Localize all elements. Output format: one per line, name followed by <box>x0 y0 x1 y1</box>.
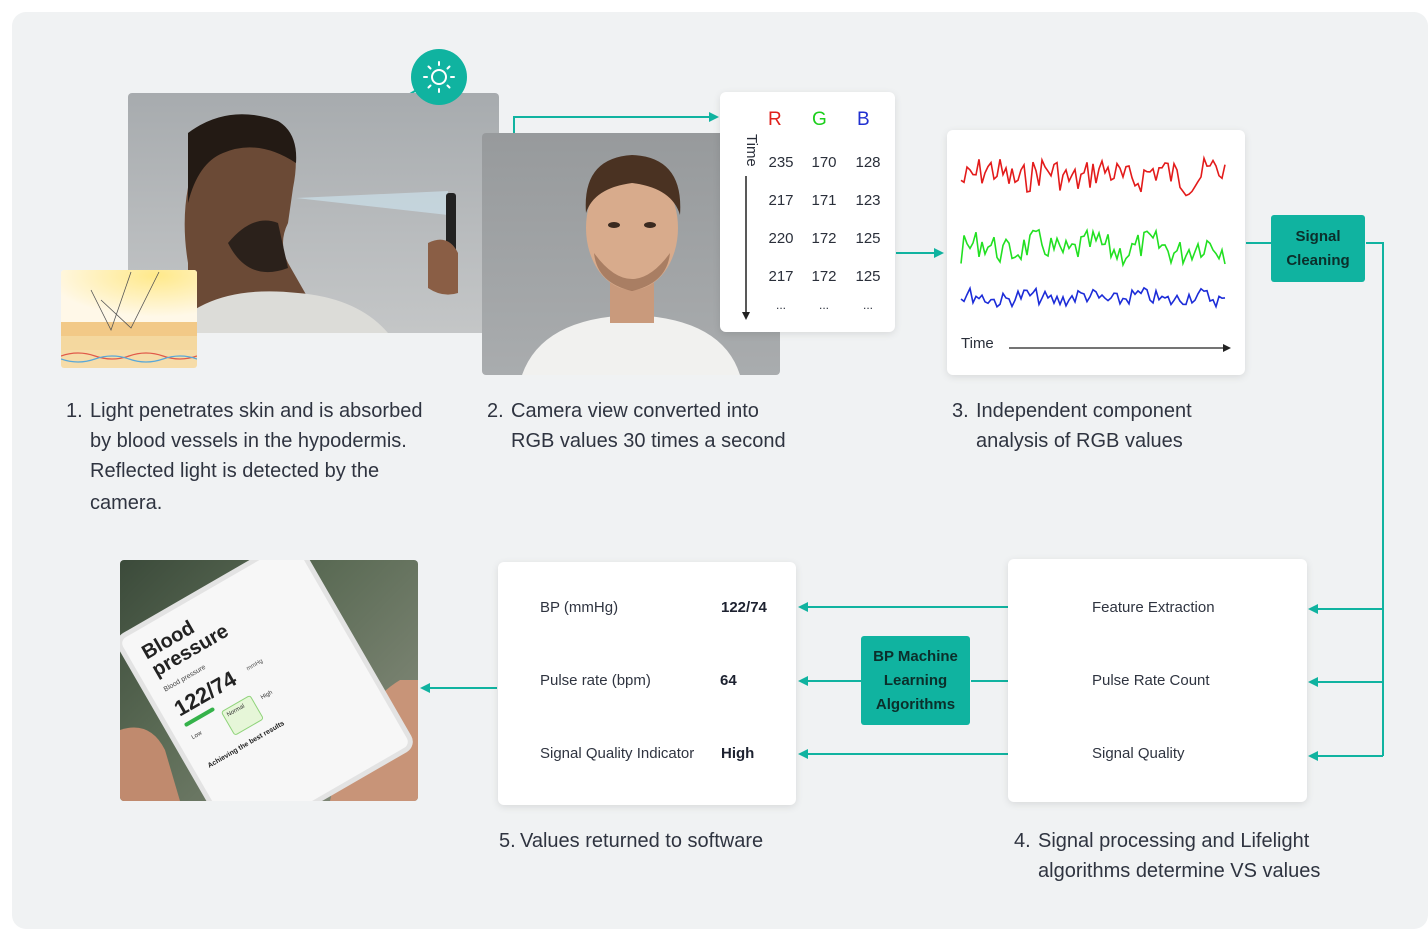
rgb-cell: ... <box>818 298 829 312</box>
signal-cleaning-line1: Signal <box>1295 227 1341 245</box>
result-value-pulse: 64 <box>720 672 737 689</box>
rgb-cell: 128 <box>855 154 881 171</box>
tablet-level-high: High <box>260 689 274 702</box>
rgb-cell: ... <box>775 298 786 312</box>
rgb-cell: 220 <box>768 230 794 247</box>
waveform-time-label: Time <box>961 335 994 352</box>
tablet-photo: Blood pressure Blood pressure 122/74 mmH… <box>120 560 418 801</box>
feature-extraction-label: Feature Extraction <box>1092 599 1215 616</box>
rgb-cell: 172 <box>811 268 837 285</box>
rgb-header-r: R <box>768 109 782 130</box>
result-label-quality: Signal Quality Indicator <box>540 745 695 762</box>
ml-box-line1: BP Machine <box>873 647 958 665</box>
rgb-time-arrow <box>742 176 750 320</box>
bp-ml-algorithms-box: BP Machine Learning Algorithms <box>861 636 970 725</box>
rgb-header-g: G <box>812 109 827 130</box>
result-value-quality: High <box>721 745 755 762</box>
rgb-header-b: B <box>857 109 870 130</box>
signal-cleaning-box: Signal Cleaning <box>1271 215 1365 282</box>
step-4-caption: 4. Signal processing and Lifelight algor… <box>1014 830 1321 882</box>
rgb-cell: 123 <box>855 192 881 209</box>
pulse-rate-count-label: Pulse Rate Count <box>1092 672 1210 689</box>
result-label-bp: BP (mmHg) <box>540 599 619 616</box>
rgb-cell: 217 <box>768 268 794 285</box>
tablet-unit: mmHg <box>245 658 265 673</box>
rgb-cell: 172 <box>811 230 837 247</box>
rgb-cell: ... <box>862 298 873 312</box>
tablet-level-low: Low <box>190 730 204 742</box>
blue-signal-line <box>960 285 1226 310</box>
ml-box-line3: Algorithms <box>875 695 956 713</box>
skin-layers-inset <box>61 270 197 368</box>
step-1-caption: 1. Light penetrates skin and is absorbed… <box>66 400 423 514</box>
step-2-caption: 2. Camera view converted into RGB values… <box>487 400 786 452</box>
rgb-cell: 235 <box>768 154 794 171</box>
rgb-cell: 171 <box>811 192 837 209</box>
green-signal-line <box>960 227 1226 268</box>
ml-box-line2: Learning <box>883 671 948 689</box>
rgb-cell: 170 <box>811 154 837 171</box>
step-5-caption: 5. Values returned to software <box>499 830 764 852</box>
tablet-level-normal: Normal <box>220 694 265 736</box>
signal-cleaning-line2: Cleaning <box>1286 251 1350 269</box>
result-label-pulse: Pulse rate (bpm) <box>540 672 651 689</box>
tablet-title: Blood pressure <box>138 616 233 682</box>
rgb-cell: 217 <box>768 192 794 209</box>
step-3-caption: 3. Independent component analysis of RGB… <box>952 400 1192 452</box>
red-signal-line <box>960 155 1226 197</box>
rgb-cell: 125 <box>855 230 881 247</box>
sun-icon <box>411 49 467 105</box>
result-value-bp: 122/74 <box>721 599 767 616</box>
rgb-time-axis-label: Time <box>743 134 760 167</box>
rgb-cell: 125 <box>855 268 881 285</box>
signal-quality-label: Signal Quality <box>1092 745 1185 762</box>
